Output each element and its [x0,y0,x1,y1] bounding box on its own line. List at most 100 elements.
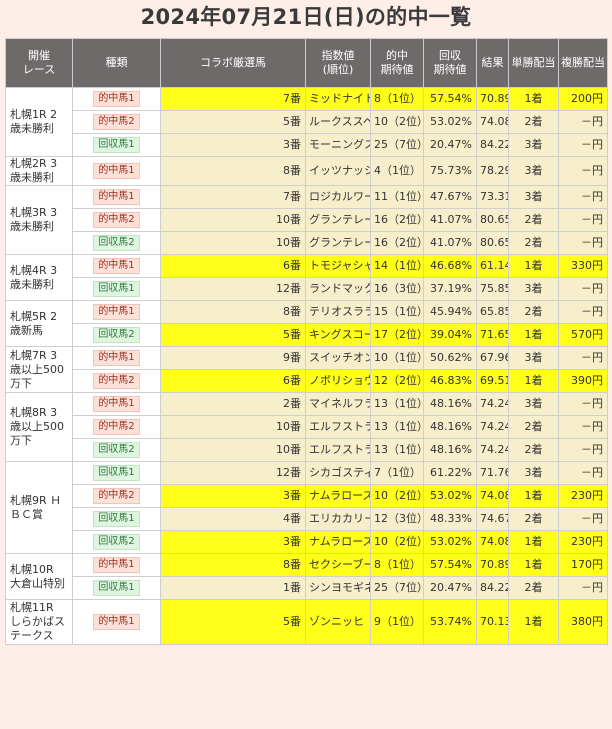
horse-name: ミッドナイトゲイル [305,87,371,111]
horse-number: 5番 [160,110,306,134]
horse-number: 6番 [160,254,306,278]
horse-number: 10番 [160,208,306,232]
horse-number: 7番 [160,87,306,111]
win-payout: －円 [558,300,608,324]
result: 2着 [508,576,559,600]
category-badge: 回収馬2 [93,235,140,251]
category-cell: 的中馬2 [72,208,161,232]
hit-expectation: 57.54% [423,87,477,111]
race-name: 札幌11R しらかばステークス [5,599,73,645]
category-badge: 的中馬2 [93,373,140,389]
index-value: 10（2位） [370,110,424,134]
index-value: 8（1位） [370,87,424,111]
table-row: 的中馬25番ルークススペイ10（2位）53.02%74.08%2着－円120円 [6,110,608,134]
return-expectation: 74.24% [476,438,509,462]
horse-name: グランテレーズ [305,208,371,232]
category-badge: 的中馬2 [93,488,140,504]
header-result: 結果 [476,38,509,88]
horse-number: 4番 [160,507,306,531]
return-expectation: 71.76% [476,461,509,485]
return-expectation: 74.08% [476,484,509,508]
hit-expectation: 39.04% [423,323,477,347]
result: 1着 [508,599,559,645]
category-cell: 的中馬1 [72,254,161,278]
result: 2着 [508,300,559,324]
horse-name: ランドマックス [305,277,371,301]
win-payout: －円 [558,133,608,157]
header-index: 指数値 (順位) [305,38,371,88]
result: 2着 [508,438,559,462]
race-name: 札幌5R 2歳新馬 [5,300,73,347]
hit-expectation: 46.83% [423,369,477,393]
table-row: 回収馬210番グランテレーズ16（2位）41.07%80.65%2着－円160円 [6,231,608,255]
race-name: 札幌3R 3歳未勝利 [5,185,73,255]
result: 2着 [508,507,559,531]
horse-number: 8番 [160,156,306,186]
category-badge: 回収馬1 [93,137,140,153]
header-horse: コラボ厳選馬 [160,38,306,88]
result: 1着 [508,87,559,111]
index-value: 11（1位） [370,185,424,209]
category-badge: 回収馬1 [93,281,140,297]
horse-number: 9番 [160,346,306,370]
race-name: 札幌7R 3歳以上500万下 [5,346,73,393]
horse-name: ナムラローズマリー [305,484,371,508]
header-row: 開催 レース 種類 コラボ厳選馬 指数値 (順位) 的中 期待値 回収 期待値 結果 単… [5,38,608,88]
hit-expectation: 47.67% [423,185,477,209]
table-row: 的中馬23番ナムラローズマリー10（2位）53.02%74.08%1着230円1… [6,484,608,508]
category-cell: 的中馬2 [72,415,161,439]
index-value: 13（1位） [370,438,424,462]
category-badge: 的中馬2 [93,419,140,435]
win-payout: －円 [558,110,608,134]
horse-name: シカゴスティング [305,461,371,485]
page-title: 2024年07月21日(日)の的中一覧 [140,5,472,29]
header-return: 回収 期待値 [423,38,477,88]
return-expectation: 74.24% [476,392,509,416]
results-body: 札幌1R 2歳未勝利的中馬17番ミッドナイトゲイル8（1位）57.54%70.8… [5,87,608,645]
table-row: 札幌2R 3歳未勝利 的中馬1 8番イッツナッシング4（1位）75.73%78.29… [5,156,608,186]
race-name: 札幌8R 3歳以上500万下 [5,392,73,462]
index-value: 15（1位） [370,300,424,324]
hit-expectation: 41.07% [423,231,477,255]
win-payout: －円 [558,415,608,439]
result: 3着 [508,277,559,301]
category-badge: 的中馬2 [93,212,140,228]
horse-name: シンヨモギネス [305,576,371,600]
category-badge: 回収馬1 [93,580,140,596]
horse-name: モーニングスター [305,133,371,157]
table-row: 回収馬14番エリカカリーナ12（3位）48.33%74.67%2着－円110円 [6,507,608,531]
result: 1着 [508,530,559,554]
horse-number: 10番 [160,438,306,462]
return-expectation: 65.85% [476,300,509,324]
table-row: 回収馬25番キングスコール17（2位）39.04%71.65%1着570円140… [6,323,608,347]
header-venue-line1: 開催 [28,49,50,62]
horse-number: 10番 [160,231,306,255]
index-value: 13（1位） [370,415,424,439]
category-cell: 回収馬1 [72,133,161,157]
results-table: 開催 レース 種類 コラボ厳選馬 指数値 (順位) 的中 期待値 回収 期待値 結果 単… [5,38,608,645]
category-cell: 的中馬1 [72,599,161,645]
header-venue: 開催 レース [5,38,73,88]
return-expectation: 74.08% [476,110,509,134]
category-cell: 回収馬2 [72,530,161,554]
win-payout: 380円 [558,599,608,645]
header-place: 複勝配当 [558,38,608,88]
result: 3着 [508,133,559,157]
horse-name: スイッチオン [305,346,371,370]
category-badge: 回収馬2 [93,442,140,458]
horse-name: キングスコール [305,323,371,347]
race-name: 札幌1R 2歳未勝利 [5,87,73,157]
table-row: 札幌11R しらかばステークス 的中馬1 5番 ゾンニッヒ 9（1位） 53.74% 70.… [5,599,608,645]
horse-number: 3番 [160,484,306,508]
horse-number: 5番 [160,599,306,645]
horse-name: エリカカリーナ [305,507,371,531]
index-value: 10（1位） [370,346,424,370]
hit-expectation: 53.02% [423,110,477,134]
race-name: 札幌2R 3歳未勝利 [5,156,73,186]
result: 3着 [508,392,559,416]
return-expectation: 78.29% [476,156,509,186]
hit-expectation: 53.74% [423,599,477,645]
win-payout: －円 [558,231,608,255]
index-value: 25（7位） [370,133,424,157]
hit-expectation: 48.16% [423,438,477,462]
